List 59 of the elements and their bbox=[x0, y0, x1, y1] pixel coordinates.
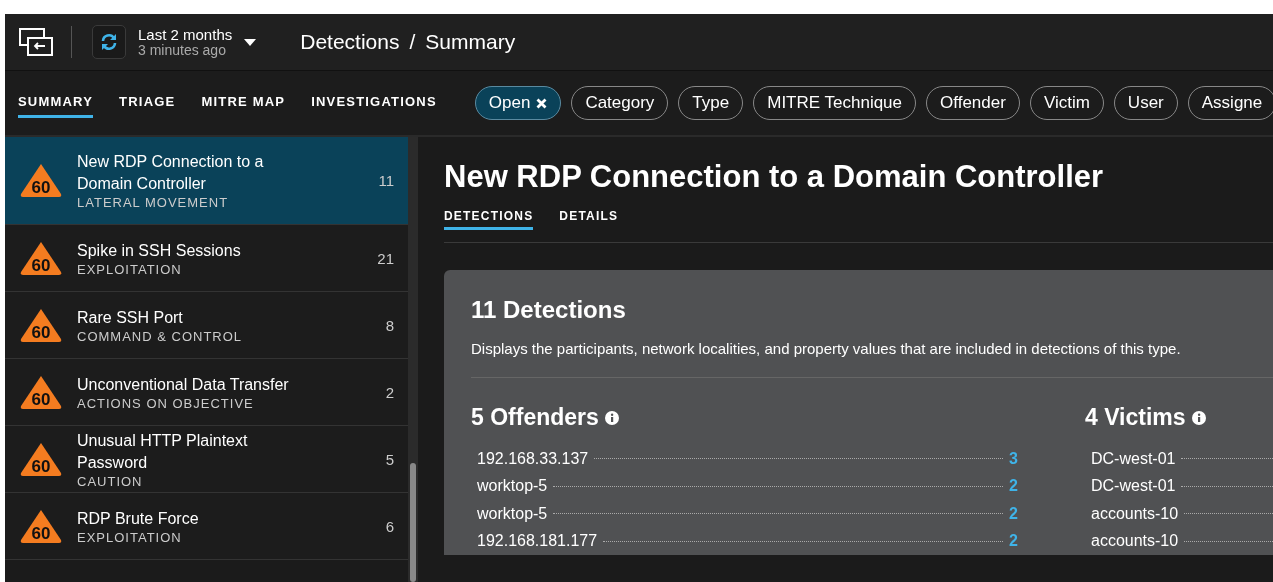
group-heading: 4 Victims bbox=[1085, 404, 1186, 431]
detection-count: 8 bbox=[385, 316, 394, 334]
detection-title-heading: New RDP Connection to a Domain Controller bbox=[444, 159, 1105, 195]
nav-tab[interactable]: MITRE MAP bbox=[201, 88, 286, 118]
detection-item[interactable]: 60 New RDP Connection to a Domain Controller LATERAL MOVEMENT 11 bbox=[5, 137, 408, 225]
detection-title: New RDP Connection to a Domain Controller bbox=[77, 152, 265, 194]
filter-chip[interactable]: MITRE Technique bbox=[753, 86, 917, 120]
detection-category: CAUTION bbox=[77, 473, 144, 489]
risk-badge: 60 bbox=[19, 162, 63, 199]
card-description: Displays the participants, network localities, and property values that are included in detections of this type. bbox=[471, 340, 1273, 378]
filter-chip[interactable]: Category bbox=[571, 86, 669, 120]
scrollbar-thumb[interactable] bbox=[410, 463, 416, 582]
filter-chip[interactable]: Offender bbox=[926, 86, 1020, 120]
participant-name: accounts-10 bbox=[1091, 532, 1179, 551]
detection-count: 21 bbox=[377, 249, 394, 267]
filter-chip[interactable]: Open bbox=[474, 86, 562, 120]
detection-title: Unusual HTTP Plaintext Password bbox=[77, 430, 249, 473]
participant-name: DC-west-01 bbox=[1091, 477, 1176, 496]
refresh-icon bbox=[99, 32, 119, 52]
nav-tab[interactable]: SUMMARY bbox=[18, 88, 94, 118]
detection-title: RDP Brute Force bbox=[77, 508, 200, 529]
refresh-button[interactable] bbox=[92, 25, 126, 59]
filter-chip[interactable]: User bbox=[1113, 86, 1178, 120]
participant-name: DC-west-01 bbox=[1091, 449, 1176, 468]
participant-name: 192.168.181.177 bbox=[477, 532, 598, 551]
participant-name: accounts-10 bbox=[1091, 504, 1179, 523]
detail-tab[interactable]: DETAILS bbox=[559, 205, 619, 230]
detection-title: Rare SSH Port bbox=[77, 307, 184, 328]
detail-tab[interactable]: DETECTIONS bbox=[444, 205, 534, 230]
window-switch-icon[interactable] bbox=[19, 28, 53, 56]
detection-category: EXPLOITATION bbox=[77, 529, 183, 545]
detection-title: Spike in SSH Sessions bbox=[77, 240, 242, 261]
detection-category: LATERAL MOVEMENT bbox=[77, 195, 230, 210]
participant-name: 192.168.33.137 bbox=[477, 449, 589, 468]
filter-chip[interactable]: Victim bbox=[1029, 86, 1104, 120]
detection-count: 6 bbox=[385, 517, 394, 535]
close-icon[interactable] bbox=[536, 97, 548, 109]
caret-icon bbox=[244, 38, 257, 46]
breadcrumb[interactable]: Detections bbox=[300, 30, 400, 54]
filter-chip[interactable]: Type bbox=[678, 86, 744, 120]
time-range-dropdown[interactable]: Last 2 months 3 minutes ago bbox=[138, 26, 257, 58]
detection-count: 2 bbox=[385, 383, 394, 401]
participant-name: worktop-5 bbox=[477, 477, 548, 496]
info-icon[interactable] bbox=[1191, 410, 1206, 425]
card-heading: 11 Detections bbox=[471, 296, 627, 324]
nav-tab[interactable]: TRIAGE bbox=[119, 88, 176, 118]
participant-name: worktop-5 bbox=[477, 504, 548, 523]
info-icon[interactable] bbox=[604, 410, 619, 425]
breadcrumb-separator: / bbox=[409, 30, 416, 54]
group-heading: 5 Offenders bbox=[471, 404, 599, 431]
detection-title: Unconventional Data Transfer bbox=[77, 374, 290, 395]
detection-category: ACTIONS ON OBJECTIVE bbox=[77, 395, 255, 411]
detection-category: COMMAND & CONTROL bbox=[77, 328, 244, 344]
breadcrumb: Summary bbox=[425, 30, 516, 54]
filter-chip[interactable]: Assigne bbox=[1187, 86, 1273, 120]
detection-count: 11 bbox=[378, 172, 394, 189]
nav-tab[interactable]: INVESTIGATIONS bbox=[311, 88, 437, 118]
detection-category: EXPLOITATION bbox=[77, 261, 183, 277]
detection-count: 5 bbox=[385, 450, 394, 468]
